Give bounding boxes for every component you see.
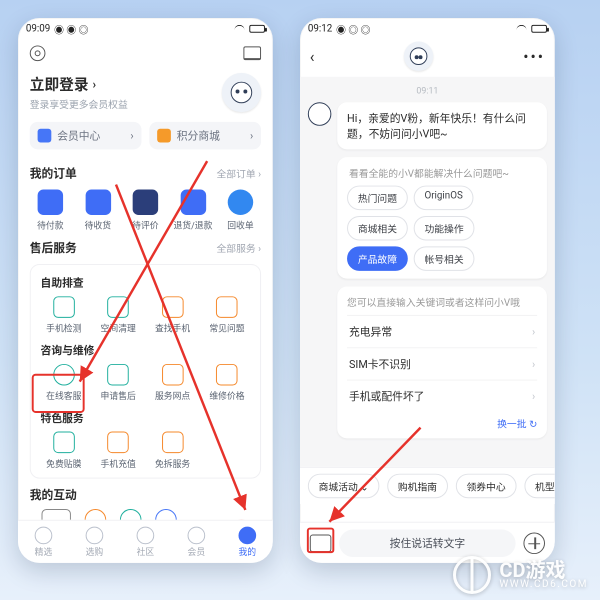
- watermark: CD游戏 WWW.CD6.COM: [453, 556, 588, 594]
- bottom-nav: 精选 选购 社区 会员 我的: [18, 520, 273, 563]
- phone-right-chatbot: 09:12 ◉ ◎ ◎ ‹ ••• 09:11 Hi，亲爱的V粉，新年快乐！有什…: [300, 18, 555, 563]
- login-subtitle: 登录享受更多会员权益: [30, 96, 128, 111]
- settings-gear-icon[interactable]: [30, 45, 46, 61]
- chip-originos[interactable]: OriginOS: [414, 186, 474, 211]
- repair-price[interactable]: 维修价格: [200, 364, 254, 402]
- login-title: 立即登录: [30, 74, 89, 95]
- annotation-focus-keyboard-toggle: [307, 528, 334, 553]
- wifi-icon: [517, 25, 527, 33]
- greeting-bubble: Hi，亲爱的V粉，新年快乐！有什么问题，不妨问问小V吧~: [337, 102, 547, 149]
- service-outlets[interactable]: 服务网点: [145, 364, 199, 402]
- group-consult-title: 咨询与维修: [41, 342, 251, 358]
- chat-timestamp: 09:11: [308, 87, 547, 97]
- nav-community[interactable]: 社区: [137, 526, 155, 557]
- member-center-card[interactable]: 会员中心 ›: [30, 122, 142, 149]
- status-bar: 09:12 ◉ ◎ ◎: [300, 18, 555, 40]
- order-pending-receive[interactable]: 待收货: [77, 190, 118, 232]
- more-dots-icon[interactable]: •••: [523, 47, 545, 66]
- watermark-logo-icon: [453, 556, 491, 594]
- order-recycle[interactable]: 回收单: [220, 190, 261, 232]
- self-find-phone[interactable]: 查找手机: [145, 296, 199, 334]
- chip-account[interactable]: 帐号相关: [414, 246, 475, 271]
- orders-title: 我的订单: [30, 165, 77, 182]
- phone-left-profile: 09:09 ◉ ◉ ◎ 立即登录 › 登录享受更多会员权益 会员中心 ›: [18, 18, 273, 563]
- watermark-brand: CD游戏: [499, 560, 588, 580]
- battery-icon: [531, 25, 547, 33]
- self-faq[interactable]: 常见问题: [200, 296, 254, 334]
- back-chevron-icon[interactable]: ‹: [310, 47, 315, 66]
- pill-mall-activity[interactable]: 商城活动 ⌄: [308, 474, 379, 499]
- status-time: 09:12: [308, 23, 332, 34]
- phone-recharge[interactable]: 手机充值: [91, 432, 145, 470]
- status-bar: 09:09 ◉ ◉ ◎: [18, 18, 273, 40]
- annotation-focus-online-service: [32, 374, 85, 413]
- nav-vip[interactable]: 会员: [188, 526, 206, 557]
- chip-hot[interactable]: 热门问题: [347, 186, 408, 211]
- battery-icon: [249, 25, 265, 33]
- chat-bot-avatar: [404, 42, 433, 71]
- faq-card: 您可以直接输入关键词或者这样问小V哦 充电异常› SIM卡不识别› 手机或配件坏…: [337, 287, 547, 439]
- capability-card: 看看全能的小V都能解决什么问题吧~ 热门问题 OriginOS 商城相关 功能操…: [337, 157, 547, 279]
- aftersale-title: 售后服务: [30, 239, 77, 256]
- watermark-site: WWW.CD6.COM: [499, 580, 588, 590]
- order-refund[interactable]: 退货/退款: [172, 190, 213, 232]
- nav-profile[interactable]: 我的: [238, 526, 256, 557]
- member-icon: [38, 129, 52, 143]
- bot-mini-avatar: [308, 102, 332, 126]
- points-icon: [157, 129, 171, 143]
- quick-pill-row[interactable]: 商城活动 ⌄ 购机指南 领券中心 机型对比 以: [300, 467, 555, 504]
- orders-more[interactable]: 全部订单 ›: [216, 166, 261, 181]
- pill-coupon[interactable]: 领券中心: [456, 474, 517, 499]
- faq-hint: 您可以直接输入关键词或者这样问小V哦: [347, 294, 537, 309]
- plus-attachment-icon[interactable]: [523, 532, 545, 554]
- status-time: 09:09: [26, 23, 50, 34]
- aftersale-card: 自助排查 手机检测 空间清理 查找手机 常见问题 咨询与维修 在线客服 申请售后…: [30, 264, 261, 479]
- interact-title: 我的互动: [30, 486, 77, 503]
- chip-fault[interactable]: 产品故障: [347, 246, 408, 271]
- self-phone-check[interactable]: 手机检测: [37, 296, 91, 334]
- order-pending-pay[interactable]: 待付款: [30, 190, 71, 232]
- faq-refresh[interactable]: 换一批 ↻: [347, 412, 537, 431]
- faq-charge[interactable]: 充电异常›: [347, 315, 537, 347]
- chips-label: 看看全能的小V都能解决什么问题吧~: [349, 165, 535, 180]
- group-selfcheck-title: 自助排查: [41, 275, 251, 291]
- avatar[interactable]: [222, 73, 261, 112]
- wifi-icon: [235, 25, 245, 33]
- faq-broken[interactable]: 手机或配件坏了›: [347, 380, 537, 412]
- faq-sim[interactable]: SIM卡不识别›: [347, 347, 537, 379]
- no-disassemble[interactable]: 免拆服务: [145, 432, 199, 470]
- order-pending-review[interactable]: 待评价: [125, 190, 166, 232]
- aftersale-more[interactable]: 全部服务 ›: [216, 240, 261, 255]
- self-space-clean[interactable]: 空间清理: [91, 296, 145, 334]
- nav-featured[interactable]: 精选: [35, 526, 53, 557]
- nav-shop[interactable]: 选购: [86, 526, 104, 557]
- chip-mall[interactable]: 商城相关: [347, 216, 408, 241]
- pill-buy-guide[interactable]: 购机指南: [387, 474, 448, 499]
- pill-compare[interactable]: 机型对比: [524, 474, 555, 499]
- login-link[interactable]: 立即登录 ›: [30, 74, 128, 95]
- points-mall-card[interactable]: 积分商城 ›: [149, 122, 261, 149]
- free-film[interactable]: 免费贴膜: [37, 432, 91, 470]
- cart-icon[interactable]: [243, 46, 261, 60]
- chip-function[interactable]: 功能操作: [414, 216, 475, 241]
- hold-to-talk-button[interactable]: 按住说话转文字: [339, 529, 515, 556]
- apply-aftersale[interactable]: 申请售后: [91, 364, 145, 402]
